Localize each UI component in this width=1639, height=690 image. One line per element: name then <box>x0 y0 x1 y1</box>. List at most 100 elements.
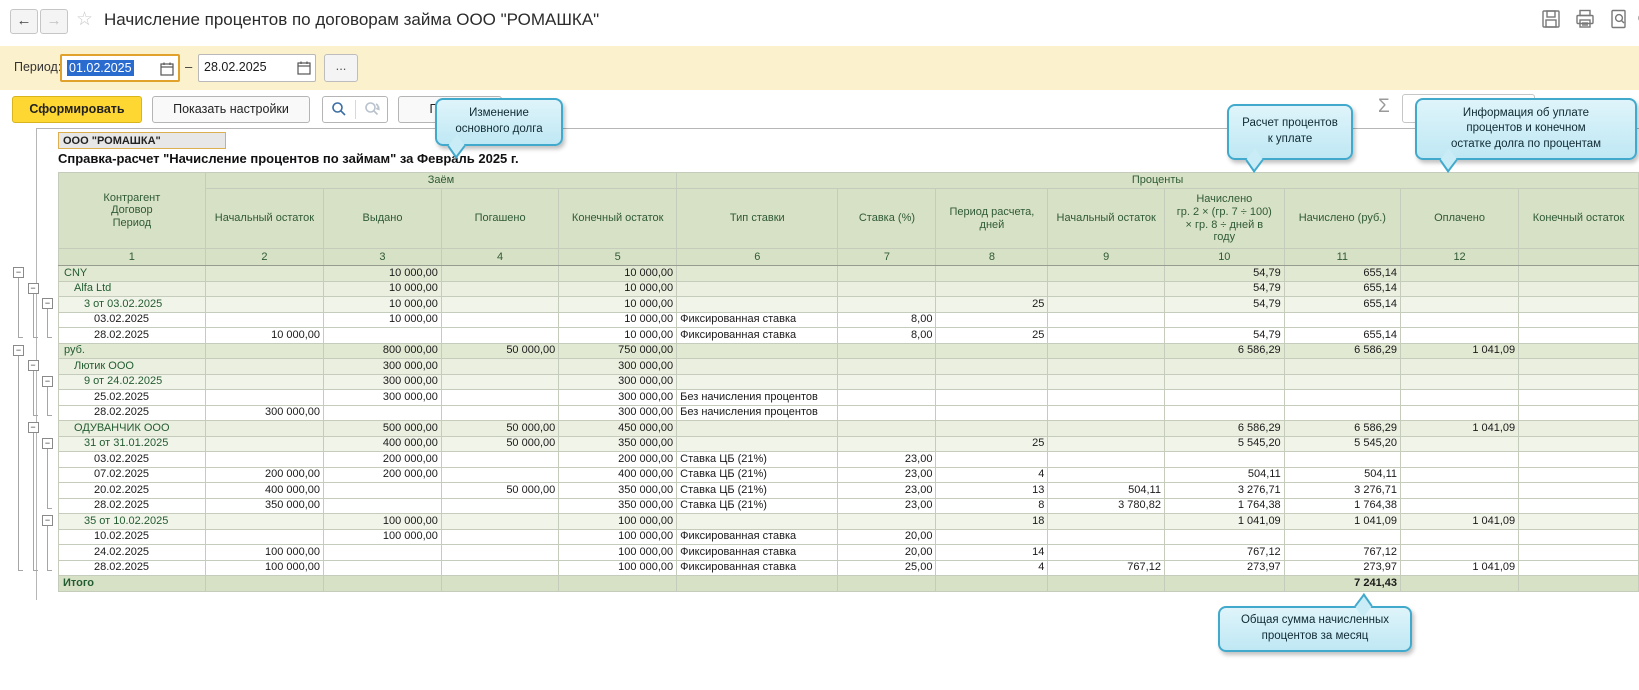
cell[interactable]: 350 000,00 <box>559 483 677 499</box>
group-collapse-button[interactable]: − <box>13 345 24 356</box>
cell[interactable] <box>441 529 558 545</box>
cell[interactable] <box>1519 405 1639 421</box>
cell[interactable] <box>1284 374 1400 390</box>
cell[interactable]: Фиксированная ставка <box>677 545 838 561</box>
cell[interactable]: 10 000,00 <box>205 328 323 344</box>
cell[interactable] <box>936 421 1048 437</box>
cell[interactable] <box>838 343 936 359</box>
cell[interactable] <box>936 266 1048 282</box>
cell[interactable]: 54,79 <box>1164 266 1284 282</box>
cell[interactable]: 300 000,00 <box>559 374 677 390</box>
cell-label[interactable]: 9 от 24.02.2025 <box>59 374 206 390</box>
cell[interactable] <box>1400 483 1518 499</box>
cell[interactable] <box>677 266 838 282</box>
cell[interactable] <box>1048 343 1165 359</box>
cell[interactable]: 10 000,00 <box>324 281 442 297</box>
cell[interactable] <box>324 405 442 421</box>
cell[interactable] <box>1519 560 1639 576</box>
cell[interactable] <box>441 281 558 297</box>
cell[interactable] <box>1519 467 1639 483</box>
cell[interactable] <box>1400 467 1518 483</box>
cell-label[interactable]: Alfa Ltd <box>59 281 206 297</box>
cell[interactable]: 100 000,00 <box>559 529 677 545</box>
cell[interactable]: 200 000,00 <box>324 452 442 468</box>
cell[interactable]: 10 000,00 <box>559 328 677 344</box>
cell[interactable]: 23,00 <box>838 498 936 514</box>
cell[interactable] <box>1048 545 1165 561</box>
show-settings-button[interactable]: Показать настройки <box>152 96 310 123</box>
cell[interactable]: 7 241,43 <box>1284 576 1400 592</box>
cell[interactable]: 10 000,00 <box>559 281 677 297</box>
cell[interactable] <box>441 498 558 514</box>
cell[interactable] <box>936 405 1048 421</box>
cell[interactable]: Без начисления процентов <box>677 390 838 406</box>
cell[interactable]: 1 764,38 <box>1284 498 1400 514</box>
cell[interactable]: 10 000,00 <box>324 266 442 282</box>
cell[interactable]: 54,79 <box>1164 328 1284 344</box>
cell[interactable]: Фиксированная ставка <box>677 312 838 328</box>
cell-label[interactable]: руб. <box>59 343 206 359</box>
cell[interactable]: 50 000,00 <box>441 436 558 452</box>
cell[interactable] <box>838 514 936 530</box>
cell[interactable]: 6 586,29 <box>1284 343 1400 359</box>
cell[interactable]: Ставка ЦБ (21%) <box>677 498 838 514</box>
cell[interactable]: 10 000,00 <box>559 266 677 282</box>
cell[interactable]: 8,00 <box>838 312 936 328</box>
print-button[interactable] <box>1574 8 1596 30</box>
cell[interactable]: 100 000,00 <box>205 560 323 576</box>
cell[interactable] <box>1400 312 1518 328</box>
cell[interactable]: Без начисления процентов <box>677 405 838 421</box>
cell[interactable] <box>1164 312 1284 328</box>
cell[interactable] <box>1048 421 1165 437</box>
cell[interactable]: 350 000,00 <box>559 498 677 514</box>
group-collapse-button[interactable]: − <box>42 438 53 449</box>
cell[interactable] <box>441 545 558 561</box>
cell[interactable] <box>936 359 1048 375</box>
cell[interactable] <box>838 297 936 313</box>
cell[interactable] <box>1048 390 1165 406</box>
cell[interactable]: 8,00 <box>838 328 936 344</box>
cell-label[interactable]: ОДУВАНЧИК ООО <box>59 421 206 437</box>
cell[interactable] <box>1048 436 1165 452</box>
cell[interactable]: 273,97 <box>1284 560 1400 576</box>
cell[interactable] <box>441 560 558 576</box>
cell[interactable] <box>1048 405 1165 421</box>
generate-button[interactable]: Сформировать <box>12 96 142 123</box>
cell[interactable] <box>1519 266 1639 282</box>
back-button[interactable]: ← <box>10 9 38 34</box>
cell[interactable]: 767,12 <box>1048 560 1165 576</box>
cell[interactable] <box>838 266 936 282</box>
cell[interactable] <box>1519 483 1639 499</box>
cell-label[interactable]: 07.02.2025 <box>59 467 206 483</box>
cell[interactable]: 8 <box>936 498 1048 514</box>
search-next-button[interactable] <box>356 97 388 122</box>
cell[interactable]: 4 <box>936 560 1048 576</box>
clipped-toolbar-icon[interactable] <box>1634 8 1639 30</box>
cell[interactable] <box>441 576 558 592</box>
cell[interactable] <box>1284 452 1400 468</box>
cell[interactable]: Фиксированная ставка <box>677 529 838 545</box>
cell[interactable] <box>936 529 1048 545</box>
cell[interactable] <box>1048 452 1165 468</box>
cell[interactable] <box>324 560 442 576</box>
cell[interactable]: 300 000,00 <box>559 359 677 375</box>
cell[interactable]: 50 000,00 <box>441 483 558 499</box>
cell[interactable]: Фиксированная ставка <box>677 328 838 344</box>
group-collapse-button[interactable]: − <box>28 360 39 371</box>
cell[interactable]: 400 000,00 <box>205 483 323 499</box>
favorite-star-icon[interactable]: ☆ <box>76 8 93 31</box>
cell[interactable] <box>1400 545 1518 561</box>
cell[interactable] <box>441 390 558 406</box>
cell[interactable] <box>441 374 558 390</box>
cell[interactable]: 6 586,29 <box>1284 421 1400 437</box>
cell[interactable] <box>677 514 838 530</box>
period-to-input[interactable]: 28.02.2025 <box>198 54 316 82</box>
cell[interactable] <box>1048 281 1165 297</box>
cell[interactable]: 400 000,00 <box>559 467 677 483</box>
cell[interactable]: 200 000,00 <box>205 467 323 483</box>
cell[interactable] <box>205 374 323 390</box>
group-collapse-button[interactable]: − <box>28 422 39 433</box>
cell[interactable] <box>1519 529 1639 545</box>
cell[interactable]: 25 <box>936 436 1048 452</box>
cell-label[interactable]: 28.02.2025 <box>59 328 206 344</box>
